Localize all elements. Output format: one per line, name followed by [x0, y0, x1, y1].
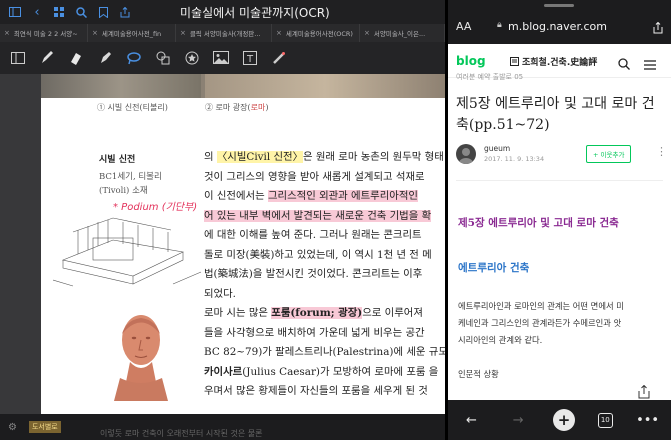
document-tab-bar: × 최연식 미술 2 2 서양~ × 세계미술용어사전_fin × 클릭 서양미술사(…: [0, 24, 445, 42]
search-icon[interactable]: [618, 55, 630, 74]
text-line: 되었다.: [204, 287, 236, 300]
text-line: 돌로 미장(美裝)하고 있었는데, 이 역시 1천 년 전 메: [204, 248, 432, 261]
lock-icon: 🔒︎: [497, 20, 502, 30]
share-icon[interactable]: [118, 5, 132, 19]
sybil-temple-photo: [41, 74, 201, 98]
doc-tab[interactable]: × 세계미술용어사전_fin: [88, 24, 176, 42]
star-icon[interactable]: [181, 47, 203, 69]
page-photo-strip: [41, 74, 445, 98]
close-icon[interactable]: ×: [276, 29, 282, 37]
caption-2: ② 로마 광장(로마): [205, 103, 269, 112]
document-icon: [510, 57, 519, 66]
doc-tab[interactable]: × 클릭 서양미술사(개정판...: [176, 24, 272, 42]
menu-icon[interactable]: [644, 55, 656, 74]
doc-tab[interactable]: × 최연식 미술 2 2 서양~: [0, 24, 88, 42]
text-line: 들을 사각형으로 배치하여 가운데 넓게 비우는 공간: [204, 326, 425, 339]
text-line: BC 82~79)가 팔레스트리나(Palestrina)에 세운 규모: [204, 346, 445, 358]
document-page: ① 시빌 신전(티볼리) ② 로마 광장(로마) 시빌 신전 BC1세기, 티볼…: [41, 74, 445, 434]
text-line: 이 신전에서는 그리스적인 외관과 에트루리아적인: [204, 190, 418, 202]
close-icon[interactable]: ×: [364, 29, 370, 37]
text-line: 로마 시는 많은 포룸(forum; 광장)으로 이루어져: [204, 307, 423, 319]
document-title: 미술실에서 미술관까지(OCR): [180, 6, 330, 20]
text-line: 우며서 많은 황제들이 자신들의 포룸을 세우게 된 것: [204, 385, 428, 397]
avatar[interactable]: [456, 144, 476, 164]
reader-settings-button[interactable]: AA: [456, 20, 471, 33]
page-viewport[interactable]: ① 시빌 신전(티볼리) ② 로마 광장(로마) 시빌 신전 BC1세기, 티볼…: [0, 74, 445, 434]
eraser-icon[interactable]: [65, 47, 87, 69]
lasso-icon[interactable]: [123, 47, 145, 69]
close-icon[interactable]: ×: [92, 29, 98, 37]
add-neighbor-button[interactable]: + 이웃추가: [586, 145, 632, 163]
url-field[interactable]: m.blog.naver.com: [508, 20, 607, 33]
sidebar-subtitle: BC1세기, 티볼리 (Tivoli) 소재: [99, 172, 162, 196]
close-icon[interactable]: ×: [4, 29, 10, 37]
bookmark-icon[interactable]: [96, 5, 110, 19]
page-view-icon[interactable]: [7, 47, 29, 69]
category-breadcrumb: 여러분 예약 출발로 05: [456, 73, 524, 81]
safari-browser: AA 🔒︎ m.blog.naver.com blog 조희철.건축.史論評 여…: [448, 0, 671, 440]
forward-arrow-icon[interactable]: →: [506, 408, 530, 432]
multitasking-handle[interactable]: [544, 4, 574, 7]
temple-ruin-drawing: [53, 217, 202, 287]
body-text: 의 〈시빌Civil 신전〉은 원래 로마 농촌의 원두막 형태 것이 그리스의…: [204, 148, 445, 402]
gear-icon[interactable]: ⚙: [8, 422, 17, 433]
chapter-heading: 제5장 에트루리아 및 고대 로마 건축: [458, 217, 619, 229]
divider: [456, 180, 663, 181]
annotation-toolbar: T: [0, 42, 445, 74]
post-paragraph: 에트루리아인과 로마인의 관계는 어떤 면에서 미 케네인과 그리스인의 관계라…: [458, 301, 624, 345]
close-icon[interactable]: ×: [180, 29, 186, 37]
new-tab-button[interactable]: +: [552, 409, 575, 431]
back-icon[interactable]: ‹: [30, 5, 44, 20]
doc-tab[interactable]: × 서양미술사_이은...: [360, 24, 445, 42]
share-icon[interactable]: [653, 19, 663, 38]
post-title: 제5장 에트루리아 및 고대 로마 건축(pp.51~72): [456, 96, 655, 133]
highlight: 〈시빌Civil 신전〉: [216, 151, 303, 163]
browser-address-bar: AA 🔒︎ m.blog.naver.com: [448, 0, 671, 44]
image-icon[interactable]: [210, 47, 232, 69]
text-line: 어 있는 내부 벽에서 발견되는 새로운 건축 기법을 확: [204, 207, 445, 227]
sidebar-title: 시빌 신전: [99, 155, 136, 165]
laser-pointer-icon[interactable]: [268, 47, 290, 69]
text-tool-icon[interactable]: T: [239, 47, 261, 69]
svg-text:T: T: [246, 54, 254, 65]
sidebar-toggle-icon[interactable]: [8, 5, 22, 19]
text-line: 의 〈시빌Civil 신전〉은 원래 로마 농촌의 원두막 형태: [204, 151, 444, 163]
roman-forum-photo: [205, 74, 445, 98]
pdf-reader-app: ‹ 미술실에서 미술관까지(OCR) × 최연식 미술 2 2 서양~ × 세계미술…: [0, 0, 445, 440]
more-icon[interactable]: •••: [636, 408, 660, 432]
text-line: 것이 그리스의 영향을 받아 새롭게 설계되고 석재로: [204, 170, 425, 183]
caesar-bust-image: [114, 315, 168, 401]
page-footer-text: 이렇듯 로마 건축이 오래전부터 시작된 것은 물론: [100, 429, 263, 438]
doc-tab[interactable]: × 세계미술용어사전(OCR): [272, 24, 360, 42]
text-line: 법(築城法)을 발전시킨 것이었다. 콘크리트는 이후: [204, 268, 423, 280]
blog-category[interactable]: 조희철.건축.史論評: [510, 55, 597, 68]
post-date: 2017. 11. 9. 13:34: [484, 155, 545, 163]
author-row: gueum 2017. 11. 9. 13:34 + 이웃추가 ⋮: [456, 142, 667, 170]
back-arrow-icon[interactable]: ←: [459, 408, 483, 432]
section-heading: 에트루리아 건축: [458, 262, 530, 274]
highlight: 포룸(forum; 광장): [271, 307, 363, 319]
reader-top-bar: ‹ 미술실에서 미술관까지(OCR): [0, 0, 445, 24]
sub-heading: 인문적 상황: [458, 369, 499, 379]
tab-count-button[interactable]: 10: [597, 412, 613, 428]
grid-icon[interactable]: [52, 5, 66, 19]
shapes-icon[interactable]: [152, 47, 174, 69]
pen-icon[interactable]: [36, 47, 58, 69]
caption-1: ① 시빌 신전(티볼리): [97, 103, 168, 112]
browser-bottom-toolbar: ← → + 10 •••: [448, 400, 671, 440]
text-line: 카이사르(Julius Caesar)가 모방하여 로마에 포룸 을: [204, 365, 439, 378]
author-name[interactable]: gueum: [484, 144, 510, 153]
more-options-icon[interactable]: ⋮: [656, 145, 667, 158]
text-line: 에 대한 이해를 높여 준다. 그러나 원래는 콘크리트: [204, 229, 422, 241]
highlight: 어 있는 내부 벽에서 발견되는 새로운 건축 기법을 확: [204, 209, 432, 222]
blog-logo[interactable]: blog: [456, 54, 486, 68]
highlighter-icon[interactable]: [94, 47, 116, 69]
bookmark-tag[interactable]: 도서별로: [28, 421, 61, 433]
highlight: 그리스적인 외관과 에트루리아적인: [267, 190, 418, 202]
search-icon[interactable]: [74, 5, 88, 19]
